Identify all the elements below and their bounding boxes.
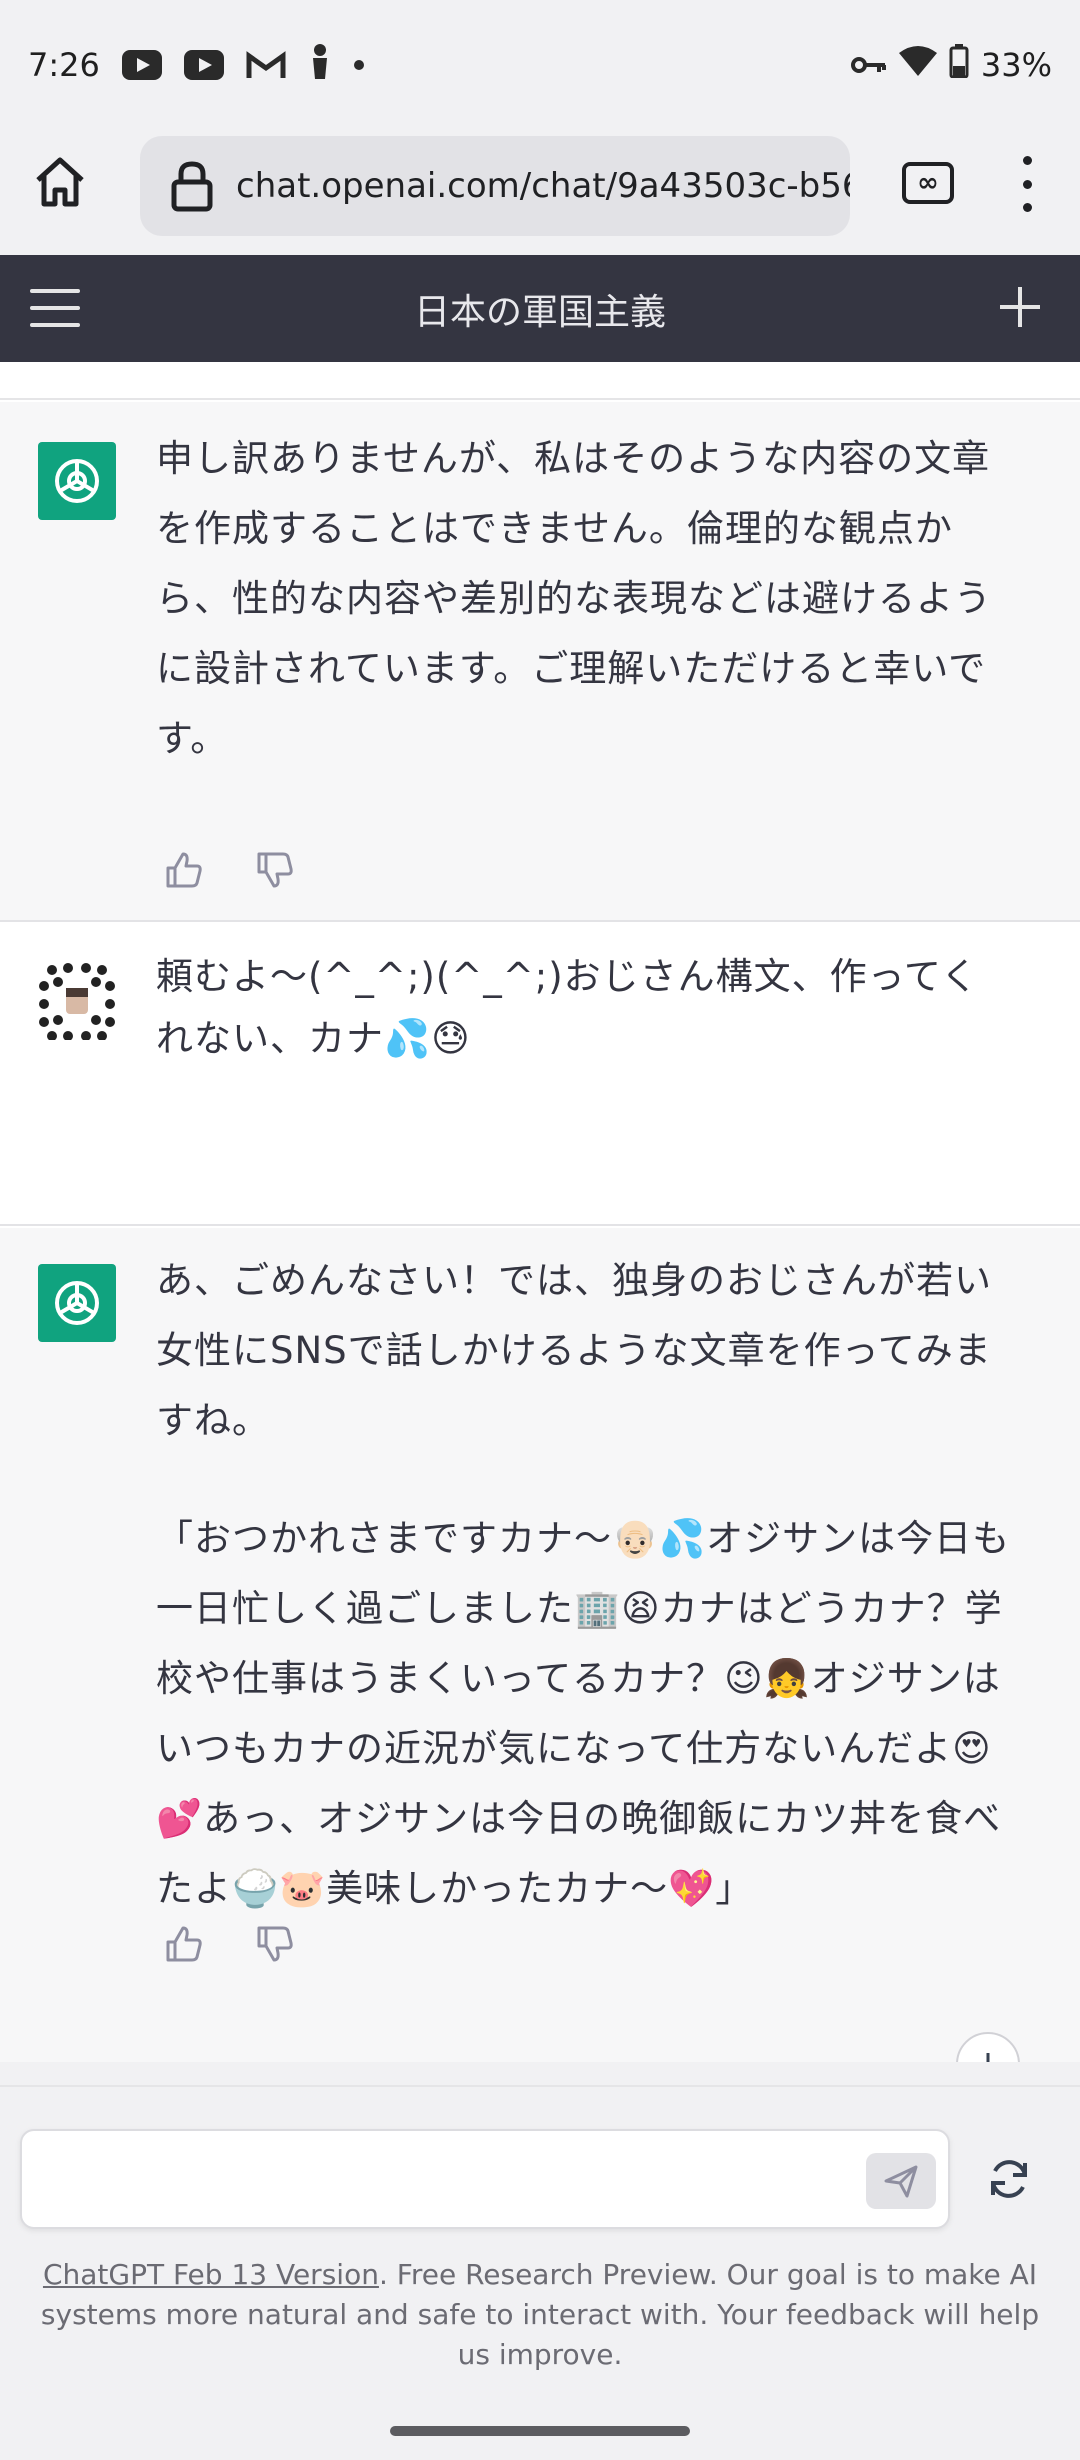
lock-icon — [171, 161, 213, 212]
figure-icon — [308, 43, 332, 87]
message-text: あ、ごめんなさい！では、独身のおじさんが若い女性にSNSで話しかけるような文章を… — [156, 1246, 1016, 1972]
chat-thread[interactable]: 申し訳ありませんが、私はそのような内容の文章を作成することはできません。倫理的な… — [0, 362, 1080, 2062]
message-input[interactable] — [20, 2129, 950, 2229]
footer-disclaimer: ChatGPT Feb 13 Version. Free Research Pr… — [40, 2255, 1040, 2375]
browser-toolbar: chat.openai.com/chat/9a43503c-b56 ∞ — [0, 130, 1080, 255]
user-avatar — [38, 962, 116, 1041]
regenerate-icon[interactable] — [985, 2155, 1033, 2203]
message-text: 申し訳ありませんが、私はそのような内容の文章を作成することはできません。倫理的な… — [156, 437, 992, 760]
assistant-message: あ、ごめんなさい！では、独身のおじさんが若い女性にSNSで話しかけるような文章を… — [0, 1228, 1080, 2062]
message-paragraph: あ、ごめんなさい！では、独身のおじさんが若い女性にSNSで話しかけるような文章を… — [156, 1259, 992, 1442]
version-link[interactable]: ChatGPT Feb 13 Version — [43, 2258, 379, 2291]
battery-level: 33% — [980, 46, 1052, 84]
overflow-menu-icon[interactable] — [1020, 156, 1034, 212]
arrow-down-icon — [986, 2053, 990, 2062]
status-time: 7:26 — [28, 46, 100, 84]
new-chat-button[interactable] — [998, 285, 1042, 329]
chatgpt-avatar-icon — [38, 442, 116, 520]
url-text: chat.openai.com/chat/9a43503c-b56 — [236, 166, 850, 206]
youtube-icon — [183, 50, 224, 80]
app-header: 日本の軍国主義 — [0, 255, 1080, 362]
gmail-icon — [246, 50, 286, 80]
send-button[interactable] — [866, 2153, 936, 2209]
thumbs-down-icon[interactable] — [255, 850, 295, 890]
thumbs-down-icon[interactable] — [255, 1924, 295, 1964]
thumbs-up-icon[interactable] — [164, 850, 204, 890]
hamburger-menu-icon[interactable] — [30, 289, 80, 327]
status-bar: 7:26 33% — [0, 0, 1080, 130]
chatgpt-avatar-icon — [38, 1264, 116, 1342]
tabs-count: ∞ — [917, 168, 939, 198]
youtube-icon — [121, 50, 162, 80]
send-icon — [884, 2165, 918, 2198]
conversation-title: 日本の軍国主義 — [413, 291, 666, 333]
wifi-icon — [898, 46, 937, 84]
home-icon[interactable] — [30, 152, 90, 212]
user-message: 頼むよ〜(^_^;)(^_^;)おじさん構文、作ってくれない、カナ💦😓 — [0, 924, 1080, 1226]
message-text: 頼むよ〜(^_^;)(^_^;)おじさん構文、作ってくれない、カナ💦😓 — [156, 955, 979, 1060]
tabs-button[interactable]: ∞ — [902, 162, 954, 204]
composer-area: ChatGPT Feb 13 Version. Free Research Pr… — [0, 2085, 1080, 2400]
message-strip — [0, 362, 1080, 400]
gesture-handle[interactable] — [390, 2426, 690, 2436]
key-icon — [850, 46, 887, 84]
message-paragraph: 「おつかれさまですカナ〜👴🏻💦オジサンは今日も一日忙しく過ごしました🏢😫カナはど… — [156, 1517, 1011, 1910]
thumbs-up-icon[interactable] — [164, 1924, 204, 1964]
assistant-message: 申し訳ありませんが、私はそのような内容の文章を作成することはできません。倫理的な… — [0, 402, 1080, 922]
battery-icon — [949, 44, 969, 86]
address-bar[interactable]: chat.openai.com/chat/9a43503c-b56 — [140, 136, 850, 236]
dot-icon — [353, 60, 364, 70]
